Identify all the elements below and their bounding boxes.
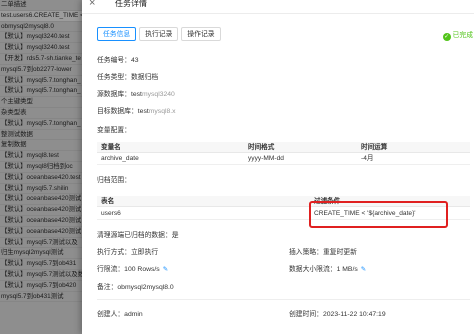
var-calc-cell: -4月 (361, 155, 374, 162)
task-no: 任务编号：43 (97, 57, 139, 64)
divider (97, 299, 470, 300)
data-limit-text: 数据大小限流：1 MB/s (289, 266, 358, 273)
insert-strategy: 插入策略：重复时更新 (289, 249, 357, 256)
row-limit-text: 行限流：100 Rows/s (97, 266, 160, 273)
list-item[interactable]: 【开发】rds5.7-sh.tianke_te (0, 54, 82, 65)
list-item[interactable]: test.users6.CREATE_TIME < (0, 10, 82, 22)
list-item[interactable]: 【默认】oceanbase420测试 (0, 194, 82, 206)
source-db-label: 源数据库： (97, 91, 131, 98)
row-limit: 行限流：100 Rows/s ✎ (97, 263, 168, 273)
tab-exec-records[interactable]: 执行记录 (139, 27, 179, 41)
list-item[interactable]: mysql5.7到ob431测试 (0, 292, 82, 303)
list-item[interactable]: 【默认】mysql5.7.tonghan_ (0, 119, 82, 130)
created-at: 创建时间：2023-11-22 10:47:19 (289, 311, 386, 318)
list-item[interactable]: mysql5.7到ob2277-lower (0, 65, 82, 76)
check-circle-icon: ✓ (442, 33, 451, 41)
list-item[interactable]: 【默认】mysql5.7.tonghan_ (0, 76, 82, 87)
scope-title: 归档范围： (97, 177, 131, 184)
list-item[interactable]: 【默认】oceanbase420测试 (0, 216, 82, 227)
list-item[interactable]: 二单描述 (0, 0, 82, 11)
detail-tabs: 任务信息 执行记录 操作记录 (97, 27, 224, 41)
vars-col-calc: 时间运算 (361, 144, 388, 151)
list-item[interactable]: 【默认】mysql3240.test (0, 43, 82, 54)
table-row: archive_date yyyy-MM-dd -4月 (97, 153, 470, 165)
remark: 备注：obmysql2mysql8.0 (97, 284, 174, 291)
target-db-name: test (137, 108, 149, 115)
list-item[interactable]: 整测试数据 (0, 130, 82, 141)
list-item[interactable]: 【默认】mysql5.7.tonghan_ (0, 86, 82, 98)
status-text: 已完成 (452, 32, 473, 39)
target-db-datasource: mysql8.x (148, 108, 176, 115)
source-db-datasource: mysql3240 (141, 91, 175, 98)
edit-icon[interactable]: ✎ (163, 265, 168, 273)
list-item[interactable]: 【默认】mysql3240.test (0, 32, 82, 44)
list-item[interactable]: 个主键类型 (0, 97, 82, 108)
scope-table-cell: users6 (101, 210, 121, 217)
list-item[interactable]: 【默认】mysql8归档到oc (0, 162, 82, 173)
vars-col-format: 时间格式 (248, 144, 275, 151)
tab-operation-records[interactable]: 操作记录 (181, 27, 221, 41)
source-db: 源数据库：testmysql3240 (97, 88, 175, 98)
exec-mode: 执行方式：立即执行 (97, 249, 159, 256)
clean-source: 清理源端已归档的数据：是 (97, 232, 179, 239)
drawer-header: × 任务详情 (82, 0, 474, 14)
list-item[interactable]: 【默认】mysql5.7测试以及数据回滚 (0, 270, 82, 281)
source-db-name: test (130, 91, 142, 98)
tab-task-info[interactable]: 任务信息 (97, 27, 137, 41)
drawer-title: 任务详情 (115, 0, 147, 8)
var-name-cell: archive_date (101, 155, 139, 162)
target-db-label: 目标数据库： (97, 108, 138, 115)
task-detail-drawer: × 任务详情 任务信息 执行记录 操作记录 ✓ 已完成 任务编号：43 任务类型：… (82, 0, 474, 334)
list-item[interactable]: 杂类型表 (0, 108, 82, 119)
list-item[interactable]: 【默认】mysql5.7到ob420 (0, 281, 82, 292)
highlight-box (309, 201, 448, 228)
list-item[interactable]: 归生mysql2mysql测试 (0, 248, 82, 260)
list-item[interactable]: 【默认】mysql5.7到ob431 (0, 259, 82, 270)
list-item[interactable]: 【默认】oceanbase420测试 (0, 205, 82, 216)
task-type: 任务类型：数据归档 (97, 74, 159, 81)
edit-icon[interactable]: ✎ (361, 265, 366, 273)
list-item[interactable]: 【默认】mysql8.test (0, 151, 82, 162)
close-icon[interactable]: × (89, 0, 95, 9)
target-db: 目标数据库：testmysql8.x (97, 105, 176, 115)
task-list-masked: 二单描述 test.users6.CREATE_TIME < obmysql2mys… (0, 0, 82, 334)
vars-title: 变量配置： (97, 127, 131, 134)
list-item[interactable]: 【默认】oceanbase420测试 (0, 227, 82, 238)
var-format-cell: yyyy-MM-dd (248, 155, 284, 162)
list-item[interactable]: 【默认】oceanbase420.test (0, 173, 82, 184)
list-item[interactable]: 复制数据 (0, 140, 82, 152)
scope-col-table: 表名 (101, 198, 115, 205)
list-item[interactable]: 【默认】mysql5.7.shilin (0, 184, 82, 195)
vars-col-name: 变量名 (101, 144, 121, 151)
creator: 创建人：admin (97, 311, 143, 318)
vars-table: 变量名 时间格式 时间运算 archive_date yyyy-MM-dd -4… (97, 142, 470, 165)
data-limit: 数据大小限流：1 MB/s ✎ (289, 263, 366, 273)
list-item[interactable]: obmysql2mysql8.0 (0, 22, 82, 33)
vars-table-header: 变量名 时间格式 时间运算 (97, 142, 470, 153)
list-item[interactable]: 【默认】mysql5.7测试以及 (0, 238, 82, 249)
status-badge: ✓ 已完成 (442, 29, 473, 41)
